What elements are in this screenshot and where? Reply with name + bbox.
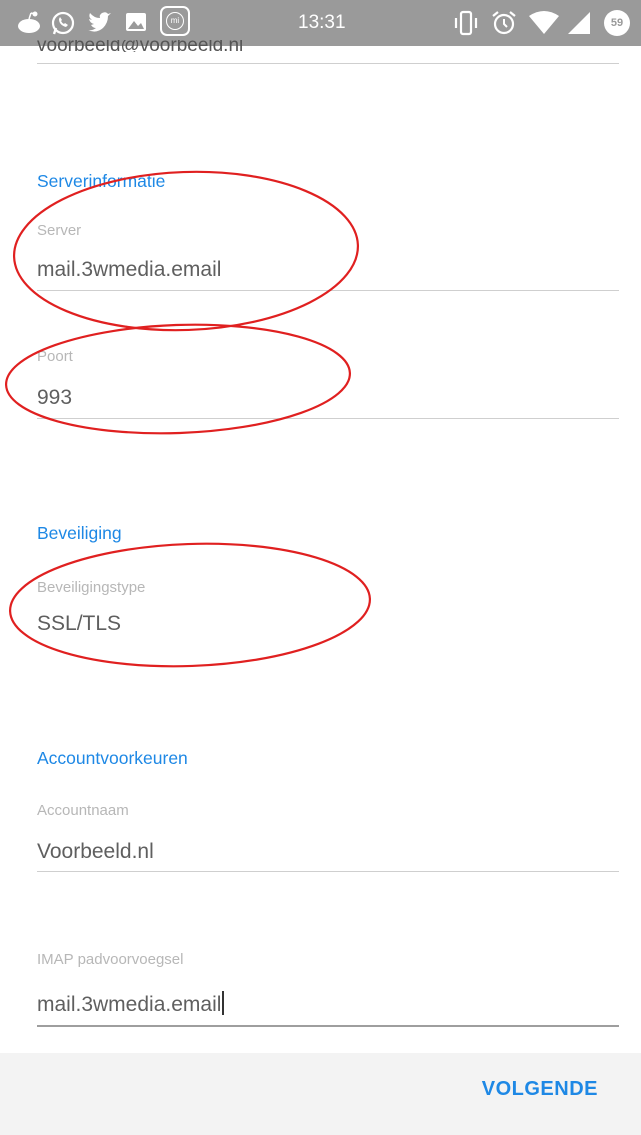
mi-label: mi xyxy=(166,12,184,30)
signal-icon xyxy=(568,12,590,34)
clock: 13:31 xyxy=(298,12,346,33)
battery-icon: 59 xyxy=(604,10,630,36)
alarm-icon xyxy=(492,11,516,35)
server-label: Server xyxy=(37,222,82,239)
battery-level: 59 xyxy=(610,17,624,29)
account-name-label: Accountnaam xyxy=(37,802,129,819)
port-input[interactable]: 993 xyxy=(37,386,72,410)
footer-bar: VOLGENDE xyxy=(0,1053,641,1135)
account-name-underline xyxy=(37,871,619,872)
next-button[interactable]: VOLGENDE xyxy=(482,1078,598,1101)
gallery-icon xyxy=(126,13,146,31)
security-type-select[interactable]: SSL/TLS xyxy=(37,612,121,636)
imap-prefix-input[interactable]: mail.3wmedia.email xyxy=(37,991,225,1017)
server-section-heading: Serverinformatie xyxy=(37,171,166,191)
port-label: Poort xyxy=(37,348,73,365)
vibrate-icon xyxy=(454,10,478,36)
whatsapp-icon xyxy=(51,11,75,35)
server-input[interactable]: mail.3wmedia.email xyxy=(37,258,221,282)
imap-prefix-label: IMAP padvoorvoegsel xyxy=(37,951,184,968)
security-section-heading: Beveiliging xyxy=(37,523,122,543)
mi-icon: mi xyxy=(160,6,190,36)
annotation-ellipse-security xyxy=(8,542,372,668)
text-cursor xyxy=(222,991,225,1015)
email-underline xyxy=(37,63,619,64)
imap-prefix-underline xyxy=(37,1025,619,1027)
annotation-ellipse-port xyxy=(4,323,352,435)
imap-prefix-value: mail.3wmedia.email xyxy=(37,993,222,1016)
security-type-label: Beveiligingstype xyxy=(37,579,146,596)
twitter-icon xyxy=(88,12,111,32)
reddit-icon xyxy=(18,11,40,33)
account-section-heading: Accountvoorkeuren xyxy=(37,748,188,768)
email-field[interactable]: voorbeeld@voorbeeld.nl xyxy=(37,40,243,52)
port-underline xyxy=(37,418,619,419)
server-underline xyxy=(37,290,619,291)
wifi-icon xyxy=(529,11,559,34)
account-name-input[interactable]: Voorbeeld.nl xyxy=(37,840,154,864)
